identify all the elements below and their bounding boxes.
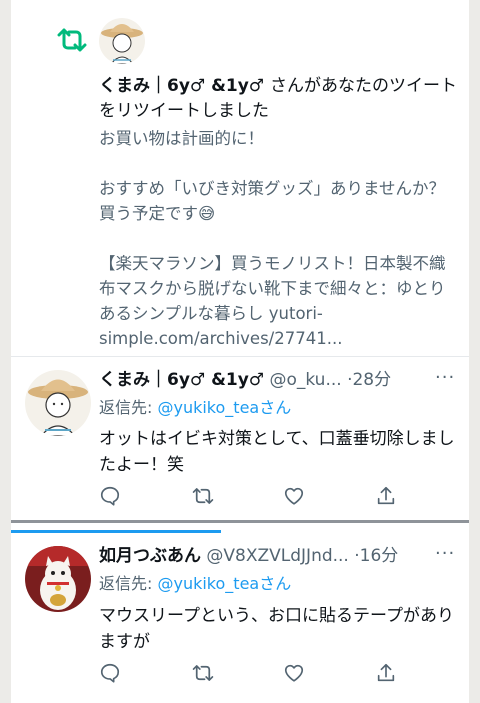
retweeter-name[interactable]: くまみ｜6y♂ &1y♂ xyxy=(99,76,264,96)
thread-separator xyxy=(11,520,469,523)
retweet-icon xyxy=(57,28,87,52)
reply-to-user[interactable]: @yukiko_tea xyxy=(157,398,259,417)
tweet-text: マウスリープという、お口に貼るテープがありますが xyxy=(99,606,454,652)
reply-to-label: 返信先: xyxy=(99,398,158,417)
like-button[interactable] xyxy=(283,484,375,508)
user-handle[interactable]: @V8XZVLdJJnd... xyxy=(206,546,348,566)
tweet-header: くまみ｜6y♂ &1y♂ @o_ku... ·28分 xyxy=(99,368,391,392)
reply-to: 返信先: @yukiko_teaさん xyxy=(99,397,291,419)
tweet-line: おすすめ「いびき対策グッズ」ありませんか？買う予定です😅 xyxy=(99,179,446,223)
reply-tweet[interactable]: くまみ｜6y♂ &1y♂ @o_ku... ·28分 ··· 返信先: @yuk… xyxy=(11,357,469,520)
notification-text: くまみ｜6y♂ &1y♂ さんがあなたのツイートをリツイートしました xyxy=(99,74,459,124)
retweet-notification[interactable]: くまみ｜6y♂ &1y♂ さんがあなたのツイートをリツイートしました お買い物は… xyxy=(11,0,469,356)
reply-to: 返信先: @yukiko_teaさん xyxy=(99,573,291,595)
timeline: くまみ｜6y♂ &1y♂ さんがあなたのツイートをリツイートしました お買い物は… xyxy=(11,0,469,703)
reply-to-user[interactable]: @yukiko_tea xyxy=(157,574,259,593)
retweeter-avatar[interactable] xyxy=(99,18,145,64)
reply-icon xyxy=(100,486,120,506)
timestamp[interactable]: ·16分 xyxy=(354,546,398,566)
share-icon xyxy=(377,663,395,682)
tweet-line: 【楽天マラソン】買うモノリスト！日本製不織布マスクから脱げない靴下まで細々と：ゆ… xyxy=(99,254,446,348)
share-button[interactable] xyxy=(375,484,467,508)
reply-to-suffix: さん xyxy=(259,574,292,593)
retweet-button[interactable] xyxy=(191,661,283,685)
avatar[interactable] xyxy=(25,546,91,612)
heart-icon xyxy=(284,664,304,682)
tweet-text: オットはイビキ対策として、口蓋垂切除しましたよー！笑 xyxy=(99,429,455,475)
share-icon xyxy=(377,486,395,505)
like-button[interactable] xyxy=(283,661,375,685)
tweet-actions xyxy=(99,661,467,685)
display-name[interactable]: 如月つぶあん xyxy=(99,546,201,566)
tweet-actions xyxy=(99,484,467,508)
more-options-icon[interactable]: ··· xyxy=(435,367,455,388)
retweet-icon xyxy=(192,488,214,504)
retweeted-tweet[interactable]: お買い物は計画的に！ おすすめ「いびき対策グッズ」ありませんか？買う予定です😅 … xyxy=(99,126,459,351)
reply-button[interactable] xyxy=(99,484,191,508)
share-button[interactable] xyxy=(375,661,467,685)
more-options-icon[interactable]: ··· xyxy=(435,543,455,564)
tweet-line: お買い物は計画的に！ xyxy=(99,129,264,148)
tweet-header: 如月つぶあん @V8XZVLdJJnd... ·16分 xyxy=(99,544,398,568)
reply-to-label: 返信先: xyxy=(99,574,158,593)
user-handle[interactable]: @o_ku... xyxy=(269,370,341,390)
reply-icon xyxy=(100,663,120,683)
heart-icon xyxy=(284,487,304,505)
reply-to-suffix: さん xyxy=(259,398,292,417)
retweet-icon xyxy=(192,665,214,681)
reply-tweet[interactable]: 如月つぶあん @V8XZVLdJJnd... ·16分 ··· 返信先: @yu… xyxy=(11,533,469,703)
timestamp[interactable]: ·28分 xyxy=(347,370,391,390)
retweet-button[interactable] xyxy=(191,484,283,508)
reply-button[interactable] xyxy=(99,661,191,685)
avatar[interactable] xyxy=(25,370,91,436)
display-name[interactable]: くまみ｜6y♂ &1y♂ xyxy=(99,370,264,390)
